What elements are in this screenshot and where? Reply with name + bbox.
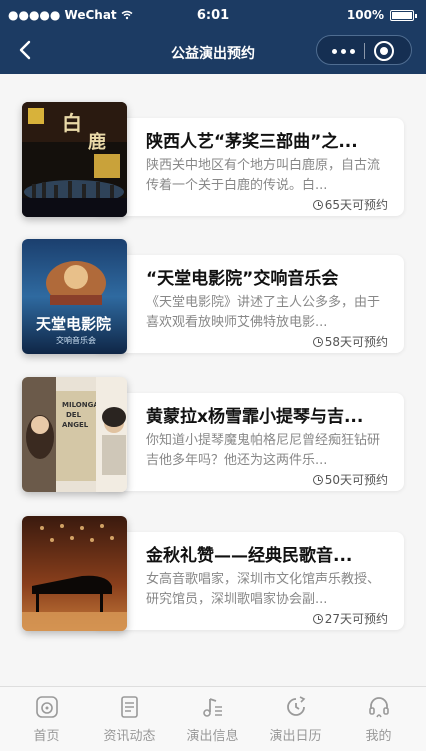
- tab-label: 资讯动态: [103, 729, 156, 744]
- clock-icon: [312, 474, 323, 485]
- battery-icon: [390, 9, 417, 21]
- performance-card[interactable]: 白 鹿 陕西人艺“茅奖三部曲”之... 陕西关中地区有个地方叫白鹿原，自古流传着…: [22, 102, 404, 220]
- poster-image: MILONGA DEL ANGEL: [22, 377, 127, 492]
- music-disc-icon: [36, 696, 58, 718]
- svg-text:MILONGA: MILONGA: [62, 401, 99, 409]
- tab-calendar[interactable]: 演出日历: [253, 687, 338, 751]
- card-description: 陕西关中地区有个地方叫白鹿原，自古流传着一个关于白鹿的传说。白...: [146, 158, 381, 193]
- availability: 58天可预约: [312, 333, 388, 350]
- poster-image: [22, 516, 127, 631]
- news-icon: [121, 696, 138, 718]
- svg-text:交响音乐会: 交响音乐会: [56, 335, 96, 345]
- poster-image: 天堂电影院 交响音乐会: [22, 239, 127, 354]
- status-bar: ●●●●● WeChat 6:01 100%: [0, 0, 426, 32]
- card-title: “天堂电影院”交响音乐会: [146, 269, 339, 289]
- performance-list: 白 鹿 陕西人艺“茅奖三部曲”之... 陕西关中地区有个地方叫白鹿原，自古流传着…: [0, 74, 426, 686]
- card-title: 黄蒙拉x杨雪霏小提琴与吉...: [146, 407, 364, 427]
- header: ●●●●● WeChat 6:01 100% 公益演出预约: [0, 0, 426, 74]
- card-description: 《天堂电影院》讲述了主人公多多，由于喜欢观看放映师艾佛特放电影...: [146, 295, 381, 330]
- miniprogram-capsule: [316, 35, 412, 65]
- availability: 65天可预约: [312, 196, 388, 213]
- headphones-user-icon: [369, 697, 389, 718]
- capsule-divider: [364, 43, 365, 59]
- tab-label: 我的: [365, 729, 392, 744]
- card-description: 你知道小提琴魔鬼帕格尼尼曾经痴狂钻研吉他多年吗？他还为这两件乐...: [146, 433, 381, 468]
- tab-shows[interactable]: 演出信息: [170, 687, 255, 751]
- svg-text:ANGEL: ANGEL: [62, 421, 89, 429]
- calendar-clock-icon: [287, 696, 306, 716]
- performance-card[interactable]: 金秋礼赞——经典民歌音... 女高音歌唱家，深圳市文化馆声乐教授、研究馆员，深圳…: [22, 516, 404, 634]
- tab-label: 首页: [33, 729, 60, 744]
- availability: 50天可预约: [312, 471, 388, 488]
- tab-label: 演出信息: [186, 729, 239, 744]
- svg-text:天堂电影院: 天堂电影院: [36, 315, 111, 333]
- performance-card[interactable]: 天堂电影院 交响音乐会 “天堂电影院”交响音乐会 《天堂电影院》讲述了主人公多多…: [22, 239, 404, 357]
- svg-text:白: 白: [62, 111, 82, 135]
- tab-profile[interactable]: 我的: [336, 687, 421, 751]
- tab-home[interactable]: 首页: [4, 687, 89, 751]
- battery-percent: 100%: [346, 8, 384, 22]
- availability-text: 50天可预约: [324, 473, 388, 487]
- nav-bar: 公益演出预约: [0, 32, 426, 74]
- clock-icon: [312, 336, 323, 347]
- tab-news[interactable]: 资讯动态: [87, 687, 172, 751]
- more-options-icon[interactable]: [332, 48, 360, 54]
- close-miniprogram-icon[interactable]: [374, 41, 394, 61]
- availability-text: 65天可预约: [324, 198, 388, 212]
- clock-icon: [312, 199, 323, 210]
- performance-card[interactable]: MILONGA DEL ANGEL 黄蒙拉x杨雪霏小提琴与吉... 你知道小提琴…: [22, 377, 404, 495]
- poster-image: 白 鹿: [22, 102, 127, 217]
- availability: 27天可预约: [312, 610, 388, 627]
- availability-text: 27天可预约: [324, 612, 388, 626]
- svg-text:鹿: 鹿: [88, 131, 106, 153]
- svg-text:DEL: DEL: [66, 411, 82, 419]
- card-description: 女高音歌唱家，深圳市文化馆声乐教授、研究馆员，深圳歌唱家协会副...: [146, 572, 381, 607]
- music-note-icon: [203, 698, 222, 717]
- availability-text: 58天可预约: [324, 335, 388, 349]
- card-title: 金秋礼赞——经典民歌音...: [146, 546, 353, 566]
- tab-label: 演出日历: [269, 729, 322, 744]
- bottom-tab-bar: 首页 资讯动态 演出信息 演出日历 我的: [0, 686, 426, 751]
- status-battery: 100%: [346, 8, 417, 22]
- card-title: 陕西人艺“茅奖三部曲”之...: [146, 132, 358, 152]
- clock-icon: [312, 613, 323, 624]
